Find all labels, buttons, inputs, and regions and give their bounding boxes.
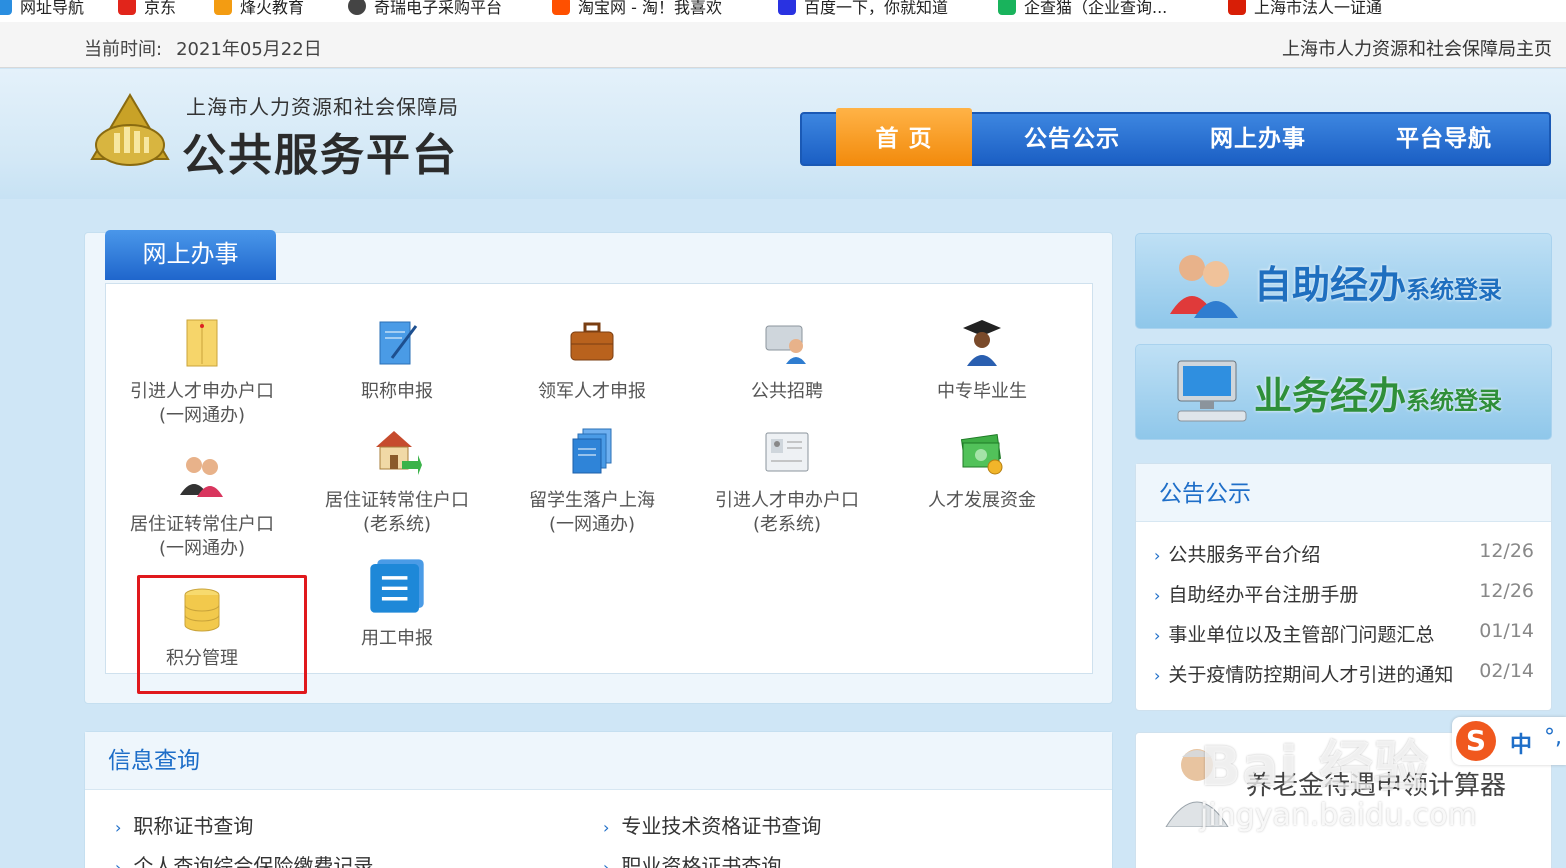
document-pen-icon [379,321,418,365]
baidu-watermark: Bai 经验 [1200,735,1429,798]
bookmark-item[interactable]: 京东 [118,0,176,18]
nav-announcements[interactable]: 公告公示 [992,114,1152,164]
computer-icon [1177,360,1247,422]
chevron-right-icon: › [603,818,610,837]
bookmarks-bar: 网址导航 京东 烽火教育 奇瑞电子采购平台 淘宝网 - 淘！我喜欢 百度一下，你… [0,0,1566,22]
main-nav: 首 页 公告公示 网上办事 平台导航 [800,108,1551,166]
announcements-title: 公告公示 [1136,464,1551,522]
platform-name: 公共服务平台 [182,130,458,181]
chevron-right-icon: › [1154,666,1161,685]
jd-icon [118,0,136,15]
bureau-home-link[interactable]: 上海市人力资源和社会保障局主页 [1282,35,1552,61]
nav-home[interactable]: 首 页 [836,108,972,166]
briefcase-icon [570,322,614,361]
ime-punctuation[interactable]: °, [1544,725,1562,750]
highlight-box [137,575,307,694]
org-name: 上海市人力资源和社会保障局 [186,95,459,119]
service-residence-to-hukou-old[interactable]: 居住证转常住户口 (老系统) [307,427,487,537]
nav-online-services[interactable]: 网上办事 [1178,114,1338,164]
baidu-icon [778,0,796,15]
info-query-title: 信息查询 [85,732,1112,790]
announcement-item[interactable]: › 事业单位以及主管部门问题汇总 01/14 [1154,620,1534,647]
bookmark-item[interactable]: 奇瑞电子采购平台 [348,0,502,18]
query-link[interactable]: › 职称证书查询 [115,810,253,839]
taobao-icon [552,0,570,15]
sogou-logo-icon: S [1456,721,1496,761]
globe-icon [0,0,12,15]
service-secondary-graduate[interactable]: 中专毕业生 [892,318,1072,404]
service-employment-declaration[interactable]: 用工申报 [307,557,487,651]
announcement-item[interactable]: › 自助经办平台注册手册 12/26 [1154,580,1534,607]
site-header: 上海市人力资源和社会保障局 公共服务平台 首 页 公告公示 网上办事 平台导航 [0,69,1566,199]
files-icon [572,428,612,474]
baidu-watermark-url: jingyan.baidu.com [1200,798,1477,833]
money-icon [960,434,1003,475]
self-service-login-text: 自助经办系统登录 [1254,263,1503,307]
announcement-item[interactable]: › 关于疫情防控期间人才引进的通知 02/14 [1154,660,1534,687]
info-query-panel: 信息查询 › 职称证书查询 › 专业技术资格证书查询 › 个人查询综合保险缴费记录 ›… [84,731,1113,868]
bookmark-item[interactable]: 网址导航 [0,0,84,18]
current-time: 当前时间: 2021年05月22日 [84,39,322,60]
couple-icon [180,457,223,497]
chery-icon [348,0,366,15]
bookmark-item[interactable]: 企查猫（企业查询... [998,0,1167,18]
online-services-tab[interactable]: 网上办事 [105,230,276,280]
self-service-login-banner[interactable]: 自助经办系统登录 [1135,233,1552,329]
ime-toolbar[interactable]: S 中 °, [1452,717,1566,765]
service-title-application[interactable]: 职称申报 [307,318,487,404]
bookmark-item[interactable]: 上海市法人一证通 [1228,0,1382,18]
chevron-right-icon: › [603,858,610,868]
query-link[interactable]: › 个人查询综合保险缴费记录 [115,850,373,868]
service-talent-hukou-old[interactable]: 引进人才申办户口 (老系统) [697,427,877,537]
service-public-recruitment[interactable]: 公共招聘 [697,318,877,404]
top-info-bar: 当前时间: 2021年05月22日 上海市人力资源和社会保障局主页 [0,22,1566,68]
service-overseas-student[interactable]: 留学生落户上海 (一网通办) [502,427,682,537]
bookmark-item[interactable]: 百度一下，你就知道 [778,0,948,18]
chevron-right-icon: › [115,858,122,868]
fire-icon [214,0,232,15]
nav-platform-guide[interactable]: 平台导航 [1364,114,1524,164]
qcc-icon [998,0,1016,15]
announcements-panel: 公告公示 › 公共服务平台介绍 12/26 › 自助经办平台注册手册 12/26 › 事业… [1135,463,1552,711]
query-link[interactable]: › 职业资格证书查询 [603,850,781,868]
announcement-item[interactable]: › 公共服务平台介绍 12/26 [1154,540,1534,567]
bookmark-item[interactable]: 淘宝网 - 淘！我喜欢 [552,0,722,18]
envelope-icon [186,319,218,367]
seal-icon [1228,0,1246,15]
list-icon [370,559,424,613]
house-arrow-icon [376,431,422,475]
id-card-icon [765,432,809,472]
service-residence-to-hukou-ywtb[interactable]: 居住证转常住户口 (一网通办) [112,451,292,561]
bookmark-item[interactable]: 烽火教育 [214,0,304,18]
service-talent-fund[interactable]: 人才发展资金 [892,427,1072,513]
service-leading-talent[interactable]: 领军人才申报 [502,318,682,404]
chevron-right-icon: › [1154,626,1161,645]
chevron-right-icon: › [1154,586,1161,605]
business-login-banner[interactable]: 业务经办系统登录 [1135,344,1552,440]
graduate-icon [963,320,1001,366]
recruiter-icon [765,325,806,364]
ime-mode[interactable]: 中 [1510,727,1532,759]
query-link[interactable]: › 专业技术资格证书查询 [603,810,821,839]
service-talent-hukou-ywtb[interactable]: 引进人才申办户口 (一网通办) [112,318,292,428]
chevron-right-icon: › [115,818,122,837]
chevron-right-icon: › [1154,546,1161,565]
users-icon [1170,255,1238,318]
bureau-logo-icon [90,93,170,166]
business-login-text: 业务经办系统登录 [1254,374,1503,418]
